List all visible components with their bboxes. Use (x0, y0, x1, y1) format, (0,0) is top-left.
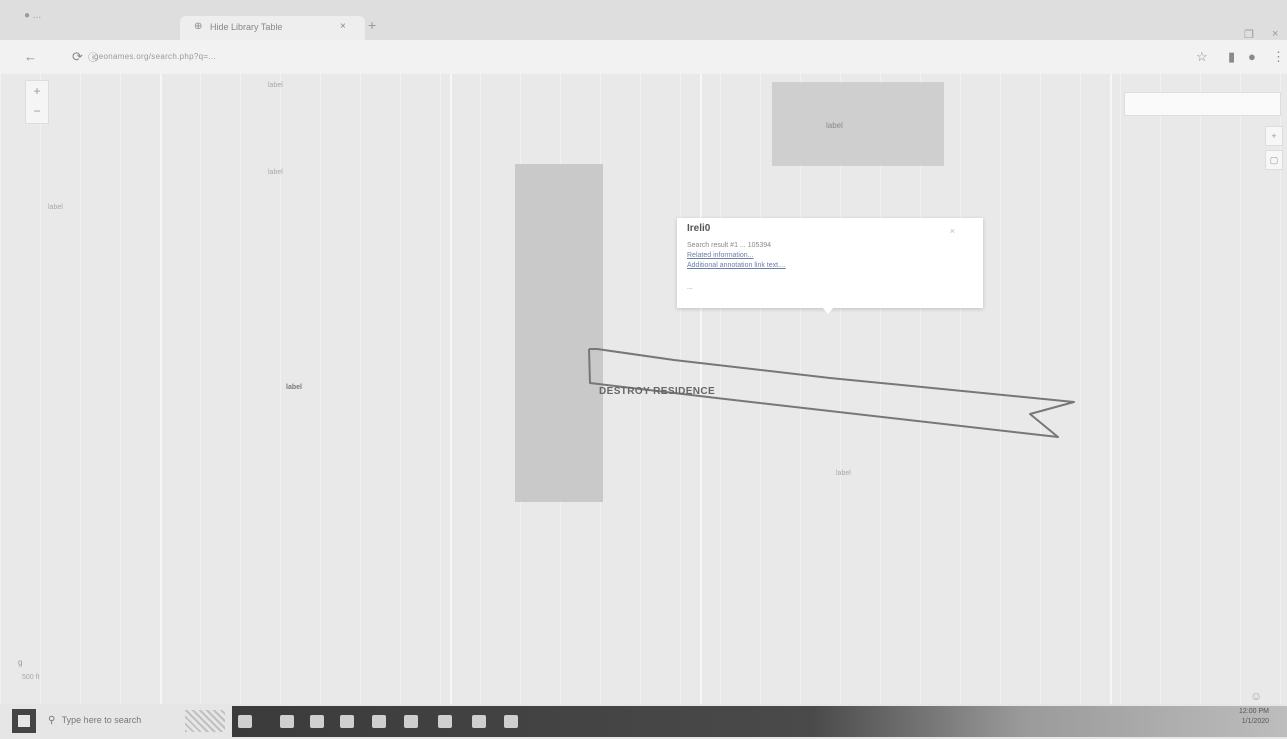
reload-icon[interactable]: ⟳ (72, 49, 83, 65)
taskbar-search[interactable]: ⚲ Type here to search (48, 715, 141, 726)
browser-tab-bar: ● ... ⊕ Hide Library Table × + ❐ × (0, 0, 1287, 41)
info-popup: Ireli0 × Search result #1 ... 105394 Rel… (677, 218, 983, 308)
address-bar[interactable]: geonames.org/search.php?q=... (94, 52, 216, 61)
file-explorer-icon[interactable] (310, 715, 324, 728)
active-tab[interactable]: ⊕ Hide Library Table × (180, 16, 365, 40)
store-icon[interactable] (340, 715, 354, 728)
map-label: label (836, 470, 851, 477)
taskbar: ⚲ Type here to search 12:00 PM 1/1/2020 (0, 704, 1287, 739)
close-window-icon[interactable]: × (1272, 28, 1278, 40)
popup-text: ... (687, 284, 693, 291)
annotation-text: DESTROY RESIDENCE (599, 386, 716, 397)
calculator-icon[interactable] (472, 715, 486, 728)
edge-icon[interactable] (280, 715, 294, 728)
back-icon[interactable]: ← (24, 49, 37, 64)
popup-link[interactable]: Additional annotation link text.... (687, 262, 786, 269)
popup-title: Ireli0 (687, 223, 711, 234)
zoom-in-button[interactable]: + (26, 81, 48, 101)
system-clock[interactable]: 12:00 PM 1/1/2020 (1239, 707, 1269, 727)
close-tab-icon[interactable]: × (340, 21, 346, 32)
globe-icon: ⊕ (194, 21, 203, 32)
map-label: label (268, 169, 283, 176)
search-icon: ⚲ (48, 715, 56, 726)
pegman-icon[interactable]: ☺ (1250, 689, 1262, 703)
highlighted-area[interactable] (515, 164, 603, 502)
inactive-tab[interactable]: ● ... (24, 10, 41, 21)
map-label: label (286, 384, 302, 391)
word-icon[interactable] (438, 715, 452, 728)
mail-icon[interactable] (372, 715, 386, 728)
zoom-out-button[interactable]: − (26, 101, 48, 121)
menu-icon[interactable]: ⋮ (1272, 49, 1285, 65)
scribble-mark (185, 710, 225, 732)
zoom-control: + − (25, 80, 49, 124)
road (450, 74, 452, 704)
plus-icon[interactable]: + (368, 17, 376, 33)
tab-title: Hide Library Table (210, 22, 283, 32)
map-label: label (48, 204, 63, 211)
star-icon[interactable]: ☆ (1196, 49, 1208, 65)
taskbar-app-strip (232, 706, 1287, 737)
map-type-button[interactable]: + (1265, 126, 1283, 146)
google-logo: g (18, 658, 23, 667)
road (1110, 74, 1112, 704)
map-label: label (268, 82, 283, 89)
area-label: label (826, 121, 843, 130)
notes-icon[interactable] (504, 715, 518, 728)
map-layer-button[interactable]: ▢ (1265, 150, 1283, 170)
extension-icon[interactable]: ▮ (1228, 49, 1235, 65)
clock-date: 1/1/2020 (1241, 718, 1269, 725)
taskbar-search-placeholder: Type here to search (61, 715, 142, 725)
task-view-icon[interactable] (238, 715, 252, 728)
chrome-icon[interactable] (404, 715, 418, 728)
popup-pointer (822, 307, 834, 314)
clock-time: 12:00 PM (1239, 708, 1269, 715)
inactive-tab-label: ... (32, 10, 42, 21)
close-icon[interactable]: × (950, 226, 955, 236)
highlighted-area[interactable] (772, 82, 944, 166)
tab-favicon: ● (24, 10, 31, 21)
account-icon[interactable]: ● (1248, 49, 1256, 64)
scale-bar: 500 ft (22, 674, 40, 681)
windows-start-button[interactable] (12, 709, 36, 733)
browser-toolbar: ← ⟳ ⓘ geonames.org/search.php?q=... ☆ ▮ … (0, 40, 1287, 74)
road (160, 74, 162, 704)
map-search-input[interactable] (1124, 92, 1281, 116)
popup-text: Search result #1 ... 105394 (687, 242, 772, 249)
popup-link[interactable]: Related information... (687, 252, 754, 259)
